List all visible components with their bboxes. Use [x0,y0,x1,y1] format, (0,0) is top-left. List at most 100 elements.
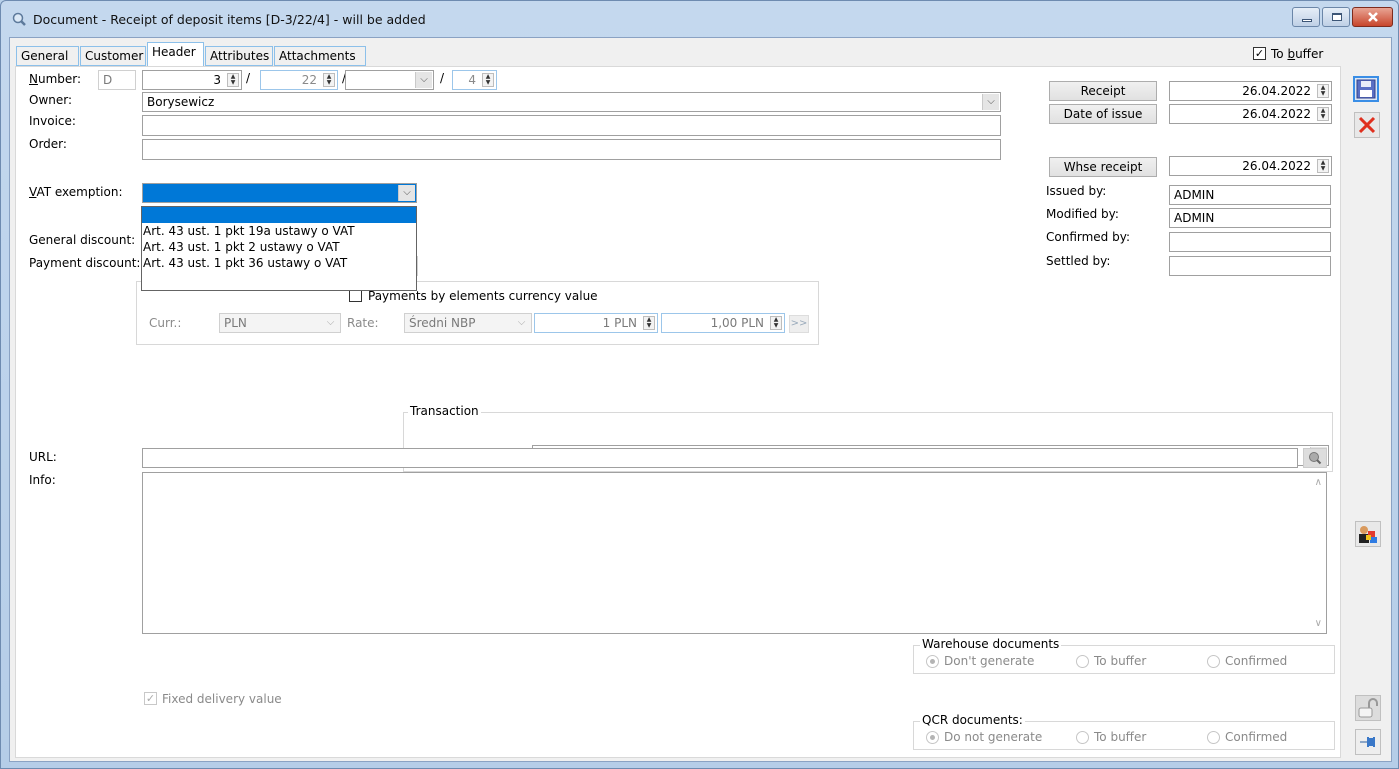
vat-option-empty[interactable] [142,207,416,223]
tab-customer[interactable]: Customer [80,46,146,66]
order-label: Order: [29,137,67,151]
unlock-icon [1358,698,1378,718]
scroll-down-icon[interactable]: ∨ [1315,618,1322,629]
person-exchange-icon [1359,526,1377,543]
window-client: General Customer Header Attributes Attac… [9,37,1392,762]
receipt-date-field[interactable]: 26.04.2022 ▲ ▼ [1169,81,1332,101]
number-separator: / [440,71,445,85]
title-bar[interactable]: Document - Receipt of deposit items [D-3… [1,1,1398,37]
pin-button[interactable] [1355,729,1381,755]
qcr-option-label: Confirmed [1225,730,1288,744]
vat-option[interactable]: Art. 43 ust. 1 pkt 19a ustawy o VAT [142,223,416,239]
rate-amount2-field[interactable]: 1,00 PLN ▲ ▼ [661,313,785,333]
scroll-up-icon[interactable]: ∧ [1315,477,1322,488]
fixed-delivery-label: Fixed delivery value [162,692,282,706]
whse-receipt-date-field[interactable]: 26.04.2022 ▲ ▼ [1169,156,1332,176]
globe-search-icon [1309,452,1322,465]
tab-general[interactable]: General [16,46,79,66]
rate-amount1-field[interactable]: 1 PLN ▲ ▼ [534,313,658,333]
warehouse-documents-group: Warehouse documents Don't generate To bu… [913,637,1335,674]
number-part3-select[interactable]: ⌵ [345,70,434,90]
warehouse-confirmed-radio[interactable] [1207,655,1220,668]
number-separator: / [246,71,251,85]
qcr-to-buffer-radio[interactable] [1076,731,1089,744]
receipt-date-button[interactable]: Receipt [1049,81,1157,101]
number-part1-field[interactable]: 3 ▲ ▼ [142,70,242,90]
vat-option[interactable]: Art. 43 ust. 1 pkt 36 ustawy o VAT [142,255,416,271]
warehouse-dont-generate-radio[interactable] [926,655,939,668]
open-url-button[interactable] [1303,448,1327,468]
settled-by-label: Settled by: [1046,254,1111,268]
chevron-down-icon[interactable]: ⌵ [398,185,415,201]
fixed-delivery-checkbox[interactable]: ✓ [144,692,157,705]
owner-label: Owner: [29,93,73,107]
qcr-option-label: To buffer [1094,730,1147,744]
spin-icon[interactable]: ▲ ▼ [1317,107,1329,121]
date-of-issue-field[interactable]: 26.04.2022 ▲ ▼ [1169,104,1332,124]
spin-icon[interactable]: ▲ ▼ [323,73,335,87]
rate-value: Średni NBP [409,316,476,330]
tab-attachments[interactable]: Attachments [274,46,366,66]
spin-icon[interactable]: ▲ ▼ [643,316,655,330]
warehouse-option-label: Don't generate [944,654,1035,668]
url-field[interactable] [142,448,1298,468]
save-button[interactable] [1353,76,1379,102]
order-field[interactable] [142,139,1001,160]
spin-icon[interactable]: ▲ ▼ [482,73,494,87]
currency-select[interactable]: PLN ⌵ [219,313,341,333]
number-part2-field[interactable]: 22 ▲ ▼ [260,70,338,90]
qcr-confirmed-radio[interactable] [1207,731,1220,744]
minimize-button[interactable] [1292,7,1320,27]
rate-label: Rate: [347,316,379,330]
close-button[interactable] [1352,7,1393,27]
number-part4-field[interactable]: 4 ▲ ▼ [452,70,497,90]
lock-button[interactable] [1355,695,1381,721]
maximize-button[interactable] [1322,7,1350,27]
number-part2-value: 22 [301,73,317,87]
rate-select[interactable]: Średni NBP ⌵ [404,313,532,333]
tab-label: Customer [85,49,144,63]
date-of-issue-button[interactable]: Date of issue [1049,104,1157,124]
modified-by-label: Modified by: [1046,207,1119,221]
number-prefix-field[interactable]: D [98,70,136,90]
chevron-down-icon[interactable]: ⌵ [513,315,530,331]
chevron-down-icon[interactable]: ⌵ [322,315,339,331]
qcr-do-not-generate-radio[interactable] [926,731,939,744]
tab-label: Attachments [279,49,356,63]
rate-amount1-value: 1 PLN [602,316,637,330]
contractor-exchange-button[interactable] [1355,521,1381,547]
vat-exemption-select[interactable]: ⌵ [142,183,417,203]
spin-icon[interactable]: ▲ ▼ [770,316,782,330]
pin-icon [1360,737,1375,747]
red-x-icon [1358,116,1376,134]
warehouse-option-label: To buffer [1094,654,1147,668]
whse-receipt-date-value: 26.04.2022 [1242,159,1311,173]
owner-select[interactable]: Borysewicz ⌵ [142,92,1001,112]
vat-exemption-label: VAT exemption: [29,185,123,199]
spin-icon[interactable]: ▲ ▼ [1317,159,1329,173]
receipt-date-value: 26.04.2022 [1242,84,1311,98]
tab-header[interactable]: Header [147,42,204,66]
chevron-down-icon[interactable]: ⌵ [982,94,999,110]
spin-icon[interactable]: ▲ ▼ [227,73,239,87]
to-buffer-checkbox[interactable]: ✓ [1253,47,1266,60]
minimize-icon [1302,19,1312,22]
invoice-field[interactable] [142,115,1001,136]
more-rates-button[interactable]: >> [789,315,809,333]
spin-icon[interactable]: ▲ ▼ [1317,84,1329,98]
info-textarea[interactable]: ∧ ∨ [142,472,1327,634]
info-label: Info: [29,473,56,487]
issued-by-label: Issued by: [1046,184,1107,198]
currency-value: PLN [224,316,247,330]
issued-by-field: ADMIN [1169,185,1331,205]
number-label: Number: [29,72,82,86]
warehouse-to-buffer-radio[interactable] [1076,655,1089,668]
qcr-documents-group: QCR documents: Do not generate To buffer… [913,713,1335,750]
tab-attributes[interactable]: Attributes [205,46,273,66]
whse-receipt-button[interactable]: Whse receipt [1049,157,1157,177]
transaction-title: Transaction [408,404,481,418]
chevron-down-icon[interactable]: ⌵ [415,72,432,88]
cancel-button[interactable] [1354,112,1380,138]
vat-option[interactable]: Art. 43 ust. 1 pkt 2 ustawy o VAT [142,239,416,255]
qcr-option-label: Do not generate [944,730,1043,744]
